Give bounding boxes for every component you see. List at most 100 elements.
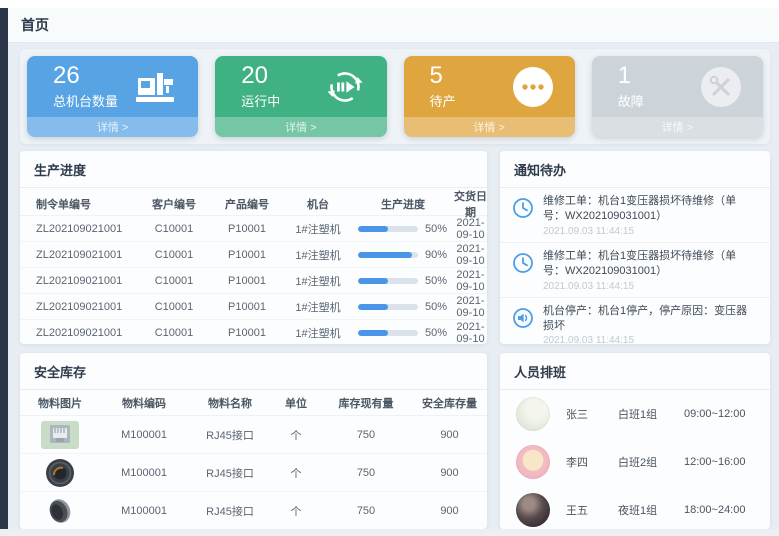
order-no-cell: ZL202109021001 <box>20 327 138 339</box>
progress-percent: 50% <box>425 301 447 313</box>
machine-cell: 1#注塑机 <box>284 299 352 315</box>
progress-fill <box>358 330 388 336</box>
stat-card-running[interactable]: 20 运行中 详情 > <box>215 56 386 137</box>
order-no-cell: ZL202109021001 <box>20 275 138 287</box>
col-customer-no: 客户编号 <box>138 196 210 212</box>
speaker-front-photo <box>20 458 100 488</box>
clock-icon <box>512 194 534 237</box>
delivery-date-cell: 2021-09-10 <box>454 295 487 319</box>
pending-detail-link[interactable]: 详情 > <box>404 117 575 137</box>
stat-card-fault[interactable]: 1 故障 详情 > <box>592 56 763 137</box>
stat-card-info: 20 运行中 <box>241 63 280 110</box>
avatar <box>516 493 550 527</box>
fault-value: 1 <box>618 63 644 88</box>
list-item[interactable]: 维修工单：机台1变压器损坏待维修（单号：WX202109031001） 2021… <box>500 243 770 298</box>
todo-time: 2021.09.03 11:44:15 <box>543 226 758 237</box>
table-row: M100001 RJ45接口 个 750 900 <box>20 416 487 454</box>
header-bar: 首页 <box>8 8 779 43</box>
table-row: ZL202109021001 C10001 P10001 1#注塑机 50% 2… <box>20 294 487 320</box>
list-item[interactable]: 维修工单：机台1变压器损坏待维修（单号：WX202109031001） 2021… <box>500 188 770 243</box>
unit-cell: 个 <box>272 465 320 481</box>
main-content: 26 总机台数量 详情 > <box>8 43 779 529</box>
material-name-cell: RJ45接口 <box>188 503 272 519</box>
stat-card-pending[interactable]: 5 待产 详情 > <box>404 56 575 137</box>
progress-fill <box>358 304 388 310</box>
stat-card-info: 26 总机台数量 <box>53 63 118 110</box>
table-row: ZL202109021001 C10001 P10001 1#注塑机 90% 2… <box>20 242 487 268</box>
progress-cell: 90% <box>352 249 454 261</box>
machine-icon <box>134 65 178 109</box>
on-hand-cell: 750 <box>320 505 412 517</box>
safety-qty-cell: 900 <box>412 505 487 517</box>
unit-cell: 个 <box>272 427 320 443</box>
staff-schedule-panel: 人员排班 张三 白班1组 09:00~12:00 李四 白班2组 12:00~1… <box>500 353 770 529</box>
speaker-side-photo <box>20 496 100 526</box>
delivery-date-cell: 2021-09-10 <box>454 217 487 241</box>
avatar <box>516 397 550 431</box>
customer-no-cell: C10001 <box>138 249 210 261</box>
delivery-date-cell: 2021-09-10 <box>454 269 487 293</box>
stat-card-info: 1 故障 <box>618 63 644 110</box>
progress-fill <box>358 278 388 284</box>
staff-name: 张三 <box>566 406 618 422</box>
product-no-cell: P10001 <box>210 327 284 339</box>
stat-card-body: 1 故障 <box>592 56 763 117</box>
todo-body: 维修工单：机台1变压器损坏待维修（单号：WX202109031001） 2021… <box>543 249 758 292</box>
progress-cell: 50% <box>352 275 454 287</box>
on-hand-cell: 750 <box>320 467 412 479</box>
notifications-panel: 通知待办 维修工单：机台1变压器损坏待维修（单号：WX202109031001）… <box>500 151 770 344</box>
fault-detail-link[interactable]: 详情 > <box>592 117 763 137</box>
col-material-image: 物料图片 <box>20 395 100 411</box>
total-machines-label: 总机台数量 <box>53 91 118 110</box>
material-code-cell: M100001 <box>100 467 188 479</box>
todo-time: 2021.09.03 11:44:15 <box>543 281 758 292</box>
todo-text: 维修工单：机台1变压器损坏待维修（单号：WX202109031001） <box>543 194 758 225</box>
fault-label: 故障 <box>618 91 644 110</box>
todo-body: 机台停产：机台1停产，停产原因：变压器损坏 2021.09.03 11:44:1… <box>543 304 758 344</box>
stat-card-total-machines[interactable]: 26 总机台数量 详情 > <box>27 56 198 137</box>
inventory-table-header: 物料图片 物料编码 物料名称 单位 库存现有量 安全库存量 <box>20 390 487 416</box>
list-item[interactable]: 机台停产：机台1停产，停产原因：变压器损坏 2021.09.03 11:44:1… <box>500 298 770 344</box>
list-item: 王五 夜班1组 18:00~24:00 <box>500 486 770 529</box>
on-hand-cell: 750 <box>320 429 412 441</box>
avatar <box>516 445 550 479</box>
total-machines-value: 26 <box>53 63 118 88</box>
page-title[interactable]: 首页 <box>21 15 49 35</box>
staff-time: 18:00~24:00 <box>684 504 745 516</box>
col-safety-qty: 安全库存量 <box>412 395 487 411</box>
schedule-panel-title: 人员排班 <box>500 353 770 390</box>
panels-grid: 生产进度 制令单编号 客户编号 产品编号 机台 生产进度 交货日期 ZL2021… <box>20 151 770 529</box>
stat-card-body: 5 待产 <box>404 56 575 117</box>
table-row: M100001 RJ45接口 个 750 900 <box>20 454 487 492</box>
todo-body: 维修工单：机台1变压器损坏待维修（单号：WX202109031001） 2021… <box>543 194 758 237</box>
pending-label: 待产 <box>430 91 456 110</box>
inventory-panel-title: 安全库存 <box>20 353 487 390</box>
stat-card-body: 20 运行中 <box>215 56 386 117</box>
bottom-strip <box>0 529 779 536</box>
list-item: 李四 白班2组 12:00~16:00 <box>500 438 770 486</box>
stat-card-body: 26 总机台数量 <box>27 56 198 117</box>
staff-shift: 白班2组 <box>618 454 682 470</box>
progress-track <box>358 252 418 258</box>
table-row: ZL202109021001 C10001 P10001 1#注塑机 50% 2… <box>20 216 487 242</box>
material-name-cell: RJ45接口 <box>188 465 272 481</box>
machine-cell: 1#注塑机 <box>284 221 352 237</box>
col-on-hand: 库存现有量 <box>320 395 412 411</box>
customer-no-cell: C10001 <box>138 223 210 235</box>
running-detail-link[interactable]: 详情 > <box>215 117 386 137</box>
todo-text: 机台停产：机台1停产，停产原因：变压器损坏 <box>543 304 758 335</box>
total-machines-detail-link[interactable]: 详情 > <box>27 117 198 137</box>
right-column: 通知待办 维修工单：机台1变压器损坏待维修（单号：WX202109031001）… <box>500 151 770 529</box>
order-no-cell: ZL202109021001 <box>20 301 138 313</box>
col-material-name: 物料名称 <box>188 395 272 411</box>
order-no-cell: ZL202109021001 <box>20 249 138 261</box>
progress-percent: 90% <box>425 249 447 261</box>
production-panel-title: 生产进度 <box>20 151 487 188</box>
col-progress: 生产进度 <box>352 196 454 212</box>
staff-name: 王五 <box>566 502 618 518</box>
delivery-date-cell: 2021-09-10 <box>454 243 487 267</box>
progress-cell: 50% <box>352 223 454 235</box>
table-row: M100001 RJ45接口 个 750 900 <box>20 492 487 529</box>
product-no-cell: P10001 <box>210 249 284 261</box>
sidebar-sliver <box>0 8 8 529</box>
